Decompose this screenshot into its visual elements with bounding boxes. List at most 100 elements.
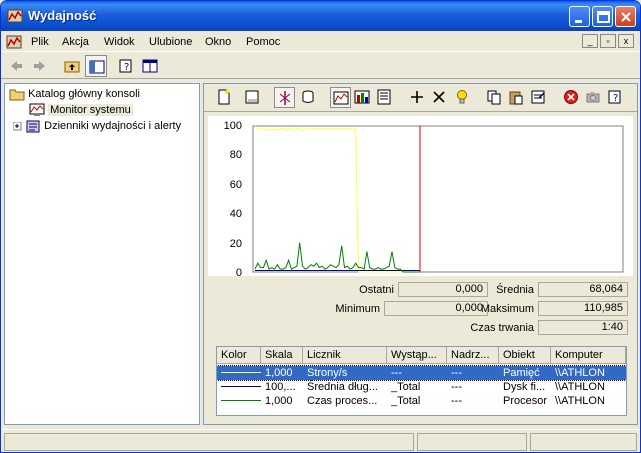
- properties-button[interactable]: [139, 55, 161, 77]
- highlight-button[interactable]: [452, 87, 473, 108]
- parent-cell: ---: [451, 367, 462, 379]
- minimize-button[interactable]: [569, 6, 590, 27]
- plus-icon: [411, 91, 423, 103]
- update-data-button[interactable]: [583, 87, 604, 108]
- minimum-value: 0,000: [384, 301, 488, 316]
- performance-window: Wydajność Plik Akcja Widok Ulubione Okno…: [0, 0, 641, 453]
- show-hide-tree-button[interactable]: [85, 55, 107, 77]
- current-activity-icon: [279, 91, 291, 105]
- menu-window[interactable]: Okno: [205, 36, 231, 48]
- legend-row[interactable]: 1,000 Strony/s --- --- Pamięć \\ATHLON: [217, 365, 626, 381]
- window-title: Wydajność: [28, 8, 97, 23]
- duration-label: Czas trwania: [470, 322, 534, 334]
- help-book-icon: ?: [608, 90, 621, 104]
- view-histogram-button[interactable]: [352, 87, 373, 108]
- properties-graph-button[interactable]: [528, 87, 549, 108]
- view-log-data-button[interactable]: [298, 87, 319, 108]
- computer-cell: \\ATHLON: [555, 395, 605, 407]
- performance-line-chart: [252, 125, 624, 273]
- view-graph-button[interactable]: [330, 87, 351, 108]
- menu-action[interactable]: Akcja: [62, 36, 89, 48]
- view-report-button[interactable]: [374, 87, 395, 108]
- forward-button[interactable]: [29, 55, 51, 77]
- status-pane-3: [530, 433, 637, 451]
- add-counter-button[interactable]: [407, 87, 428, 108]
- menu-favorites[interactable]: Ulubione: [149, 36, 192, 48]
- main-toolbar: ?: [1, 53, 640, 79]
- object-cell: Dysk fi...: [503, 381, 546, 393]
- child-minimize-button[interactable]: _: [582, 34, 598, 48]
- maximum-label: Maksimum: [480, 303, 534, 315]
- col-header-instance[interactable]: Wystąp...: [387, 347, 447, 364]
- new-document-icon: [218, 89, 230, 105]
- paste-counter-list-button[interactable]: [506, 87, 527, 108]
- col-header-color[interactable]: Kolor: [217, 347, 261, 364]
- tree-root[interactable]: Katalog główny konsoli: [9, 87, 140, 101]
- counter-cell: Czas proces...: [307, 395, 378, 407]
- col-header-computer[interactable]: Komputer: [551, 347, 626, 364]
- svg-text:?: ?: [124, 62, 129, 73]
- folder-icon: [9, 89, 25, 101]
- copy-properties-button[interactable]: [484, 87, 505, 108]
- clear-display-icon: [245, 90, 259, 104]
- legend-row[interactable]: 100,... Średnia dług... _Total --- Dysk …: [217, 380, 626, 394]
- help-button[interactable]: ?: [115, 55, 137, 77]
- tree-item-label: Monitor systemu: [48, 103, 133, 116]
- new-counter-set-button[interactable]: [214, 87, 235, 108]
- graph-help-button[interactable]: ?: [605, 87, 626, 108]
- scale-cell: 100,...: [265, 381, 296, 393]
- instance-cell: _Total: [391, 381, 421, 393]
- console-tree: Katalog główny konsoli Monitor systemu D…: [4, 83, 200, 425]
- up-level-button[interactable]: [61, 55, 83, 77]
- graph-view-icon: [333, 91, 349, 105]
- copy-icon: [487, 90, 501, 105]
- monitor-graph-icon: [29, 103, 45, 116]
- status-pane-2: [417, 433, 527, 451]
- back-button[interactable]: [5, 55, 27, 77]
- menu-help[interactable]: Pomoc: [246, 36, 280, 48]
- col-header-scale[interactable]: Skala: [261, 347, 303, 364]
- instance-cell: ---: [391, 367, 402, 379]
- paste-icon: [509, 91, 523, 105]
- average-value: 68,064: [538, 282, 628, 297]
- svg-text:?: ?: [613, 93, 618, 104]
- title-bar[interactable]: Wydajność: [1, 1, 640, 31]
- minimum-label: Minimum: [335, 303, 380, 315]
- child-window-icon[interactable]: [6, 34, 22, 53]
- last-label: Ostatni: [359, 284, 394, 296]
- graph-area: 100 80 60 40 20 0: [208, 116, 633, 279]
- folder-up-icon: [64, 61, 80, 73]
- child-close-button[interactable]: x: [618, 34, 634, 48]
- delete-x-icon: [433, 91, 445, 103]
- system-monitor-panel: ? 100 80 60 40 20 0 Ostatni 0,000 Średni…: [203, 83, 638, 425]
- computer-cell: \\ATHLON: [555, 367, 605, 379]
- maximize-button[interactable]: [592, 6, 613, 27]
- parent-cell: ---: [451, 381, 462, 393]
- histogram-icon: [354, 90, 370, 104]
- scale-cell: 1,000: [265, 367, 293, 379]
- light-bulb-icon: [457, 90, 467, 104]
- window-list-icon: [142, 59, 158, 73]
- counter-cell: Strony/s: [307, 367, 348, 379]
- color-swatch: [221, 386, 261, 387]
- freeze-display-button[interactable]: [561, 87, 582, 108]
- color-swatch: [221, 400, 261, 401]
- object-cell: Pamięć: [503, 367, 540, 379]
- col-header-parent[interactable]: Nadrz...: [447, 347, 499, 364]
- clear-display-button[interactable]: [242, 87, 263, 108]
- view-current-activity-button[interactable]: [274, 87, 295, 108]
- tree-item-performance-logs[interactable]: Dzienniki wydajności i alerty: [12, 119, 181, 133]
- counter-cell: Średnia dług...: [307, 381, 378, 393]
- col-header-counter[interactable]: Licznik: [303, 347, 387, 364]
- menu-file[interactable]: Plik: [31, 36, 49, 48]
- close-button[interactable]: [615, 6, 636, 27]
- legend-row[interactable]: 1,000 Czas proces... _Total --- Procesor…: [217, 394, 626, 408]
- computer-cell: \\ATHLON: [555, 381, 605, 393]
- tree-item-system-monitor[interactable]: Monitor systemu: [29, 103, 133, 117]
- status-bar: [1, 429, 640, 452]
- object-cell: Procesor: [503, 395, 548, 407]
- menu-view[interactable]: Widok: [104, 36, 135, 48]
- col-header-object[interactable]: Obiekt: [499, 347, 551, 364]
- delete-counter-button[interactable]: [429, 87, 450, 108]
- child-restore-button[interactable]: ▫: [600, 34, 616, 48]
